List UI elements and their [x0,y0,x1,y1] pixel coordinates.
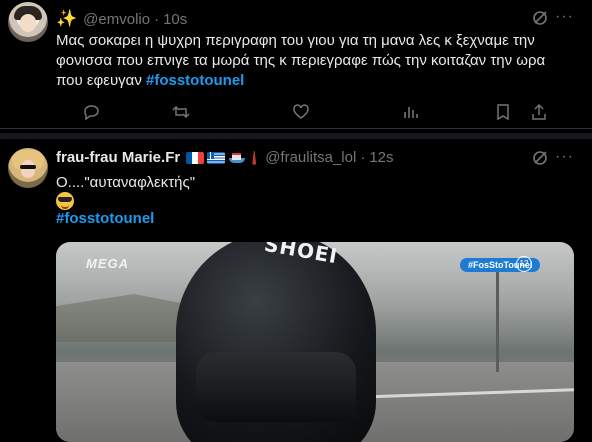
avatar[interactable] [8,2,48,42]
user-handle[interactable]: @fraulitsa_lol [265,149,356,166]
ship-icon [228,152,246,164]
divider [0,128,592,129]
grok-icon[interactable] [532,10,548,26]
retweet-icon[interactable] [172,103,190,121]
avatar-glasses [20,165,36,169]
sunglasses-emoji-icon [56,192,74,210]
age-rating-badge: 12 [516,256,532,272]
france-flag-icon [186,151,205,164]
tweet-header: frau-frau Marie.Fr @fraulitsa_lol · 12s [56,149,394,166]
tower-icon [249,151,259,165]
separator-dot: · [360,149,366,166]
section-gap [0,133,592,139]
helmet-brand: SHOEI [262,242,340,269]
sparkle-icon: ✨ [56,9,78,28]
bookmark-icon[interactable] [494,103,512,121]
separator-dot: · [154,10,160,28]
reply-icon[interactable] [82,103,100,121]
media-pole [496,262,499,372]
avatar-face [20,14,36,32]
helmet-visor [196,352,356,422]
tweet-body: Μας σοκαρει η ψυχρη περιγραφη του γιου γ… [56,32,546,89]
helmet: SHOEI [176,242,376,442]
tweet-header: ✨ @emvolio · 10s [56,9,187,29]
hashtag-link[interactable]: #fosstotounel [56,210,154,227]
video-media[interactable]: MEGA #FosStoTounel 12 SHOEI [56,242,574,442]
grok-icon[interactable] [532,150,548,166]
user-handle[interactable]: @emvolio [83,11,150,28]
avatar[interactable] [8,148,48,188]
channel-logo: MEGA [86,256,129,271]
more-icon[interactable]: ··· [555,8,574,26]
hashtag-link[interactable]: #fosstotounel [146,72,244,89]
greece-flag-icon [207,151,226,164]
tweet-2[interactable]: frau-frau Marie.Fr @fraulitsa_lol · 12s … [0,140,592,442]
display-name[interactable]: frau-frau Marie.Fr [56,149,180,166]
tweet-text: Ο...."αυταναφλεκτής" [56,174,196,191]
timestamp[interactable]: 10s [163,11,187,28]
tweet-1[interactable]: ✨ @emvolio · 10s ··· Μας σοκαρει η ψυχρη… [0,0,592,128]
timestamp[interactable]: 12s [369,149,393,166]
avatar-face [21,160,35,178]
name-emojis [186,151,259,165]
action-bar [56,103,556,123]
share-icon[interactable] [530,103,548,121]
tweet-text: Μας σοκαρει η ψυχρη περιγραφη του γιου γ… [56,31,576,91]
like-icon[interactable] [292,103,310,121]
views-icon[interactable] [402,103,420,121]
more-icon[interactable]: ··· [555,148,574,166]
